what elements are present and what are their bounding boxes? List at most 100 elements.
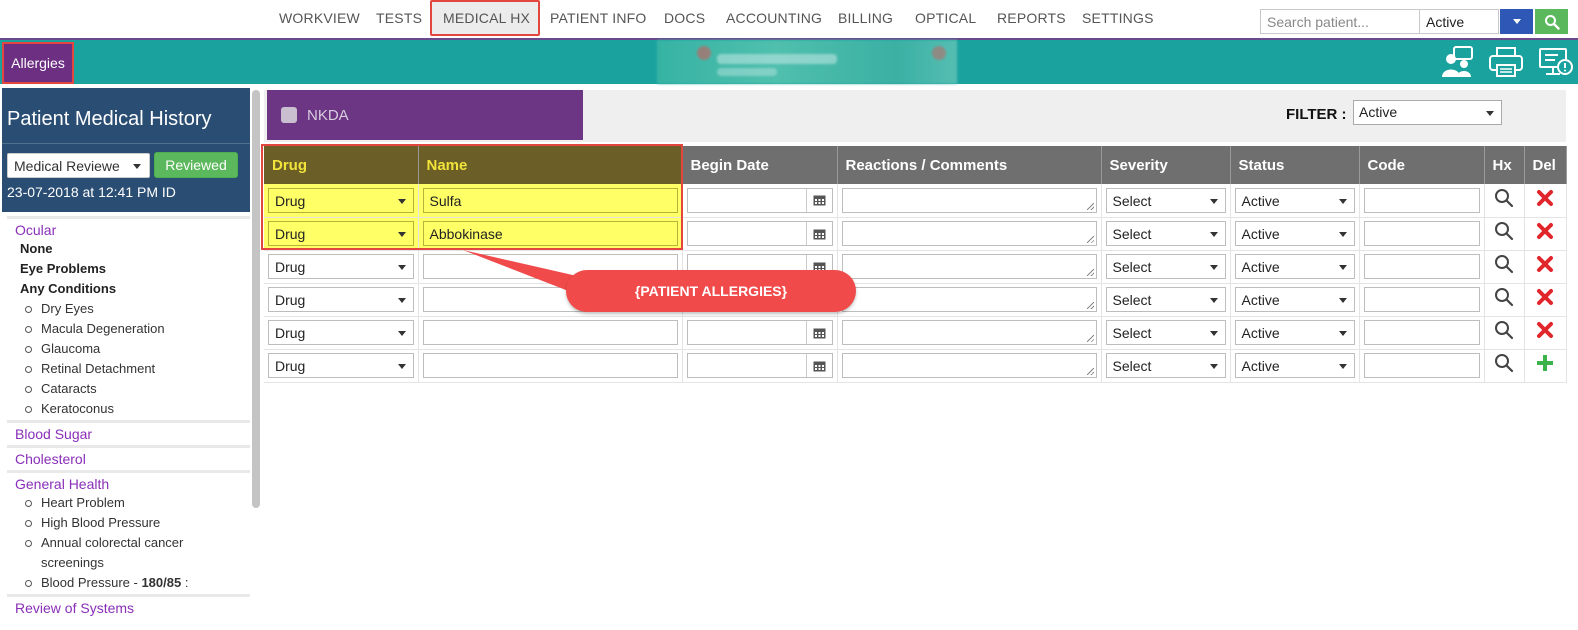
code-input[interactable] [1363, 353, 1480, 378]
drug-type-cell: Drug [264, 184, 419, 218]
section-title-general-health[interactable]: General Health [7, 473, 250, 493]
tab-allergies[interactable]: Allergies [2, 42, 74, 84]
search-status-select[interactable]: Active [1419, 9, 1499, 34]
delete-icon[interactable] [1536, 189, 1554, 207]
nav-patient-info[interactable]: PATIENT INFO [550, 10, 647, 26]
nav-billing[interactable]: BILLING [838, 10, 893, 26]
status-select[interactable]: Active [1234, 287, 1355, 312]
search-icon[interactable] [1494, 254, 1514, 274]
severity-select[interactable]: Select [1105, 287, 1226, 312]
search-icon[interactable] [1494, 320, 1514, 340]
resize-handle-icon[interactable] [1086, 335, 1094, 342]
calendar-icon[interactable] [805, 321, 832, 344]
col-header-name: Name [418, 146, 683, 184]
nav-optical[interactable]: OPTICAL [915, 10, 976, 26]
reactions-textarea[interactable] [841, 353, 1097, 378]
nav-settings[interactable]: SETTINGS [1082, 10, 1154, 26]
severity-select[interactable]: Select [1105, 353, 1226, 378]
nav-workview[interactable]: WORKVIEW [279, 10, 360, 26]
calendar-icon[interactable] [805, 222, 832, 245]
calendar-icon[interactable] [805, 188, 832, 212]
resize-handle-icon[interactable] [1086, 202, 1094, 210]
delete-icon[interactable] [1536, 321, 1554, 339]
nkda-checkbox[interactable] [281, 107, 297, 123]
drug-type-select[interactable]: Drug [268, 221, 414, 246]
allergy-name-input[interactable] [422, 353, 678, 378]
severity-select[interactable]: Select [1105, 320, 1226, 345]
allergy-name-input[interactable]: Abbokinase [422, 221, 678, 246]
drug-type-cell: Drug [264, 316, 419, 350]
reactions-textarea[interactable] [841, 187, 1097, 213]
drug-type-select[interactable]: Drug [268, 187, 414, 213]
filter-select[interactable]: Active [1353, 100, 1502, 125]
delete-icon[interactable] [1536, 222, 1554, 240]
nav-medical-hx[interactable]: MEDICAL HX [443, 10, 530, 26]
status-select[interactable]: Active [1234, 221, 1355, 246]
delete-icon[interactable] [1536, 255, 1554, 273]
drug-type-select[interactable]: Drug [268, 254, 414, 279]
section-title-review-of-systems[interactable]: Review of Systems [7, 597, 250, 617]
search-icon[interactable] [1494, 353, 1514, 373]
code-input[interactable] [1363, 254, 1480, 279]
begin-date-input[interactable] [686, 320, 833, 345]
sidebar-scrollbar[interactable] [252, 90, 260, 508]
code-input[interactable] [1363, 221, 1480, 246]
status-value: Active [1241, 226, 1280, 242]
calendar-icon[interactable] [805, 354, 832, 377]
allergy-name-input[interactable] [422, 320, 678, 345]
nav-reports[interactable]: REPORTS [997, 10, 1066, 26]
reactions-textarea[interactable] [841, 287, 1097, 312]
status-select[interactable]: Active [1234, 320, 1355, 345]
chevron-down-icon [397, 198, 406, 204]
search-patient-input[interactable] [1260, 9, 1420, 34]
nav-docs[interactable]: DOCS [664, 10, 705, 26]
resize-handle-icon[interactable] [1086, 236, 1094, 243]
reactions-cell [837, 283, 1102, 317]
begin-date-input[interactable] [686, 221, 833, 246]
severity-select[interactable]: Select [1105, 187, 1226, 213]
drug-type-select[interactable]: Drug [268, 287, 414, 312]
severity-select[interactable]: Select [1105, 221, 1226, 246]
reviewer-select[interactable]: Medical Reviewe [7, 153, 150, 178]
drug-type-cell: Drug [264, 217, 419, 251]
code-input[interactable] [1363, 287, 1480, 312]
nav-accounting[interactable]: ACCOUNTING [726, 10, 822, 26]
status-select[interactable]: Active [1234, 254, 1355, 279]
users-chat-icon[interactable] [1440, 45, 1476, 79]
resize-handle-icon[interactable] [1086, 302, 1094, 309]
search-icon[interactable] [1494, 188, 1514, 208]
status-dropdown-button[interactable] [1500, 9, 1533, 34]
nkda-toggle[interactable]: NKDA [267, 90, 583, 140]
delete-icon[interactable] [1536, 288, 1554, 306]
drug-type-select[interactable]: Drug [268, 320, 414, 345]
reactions-textarea[interactable] [841, 221, 1097, 246]
search-button[interactable] [1535, 9, 1568, 34]
filter-bar: NKDA FILTER : Active [264, 90, 1566, 142]
resize-handle-icon[interactable] [1086, 368, 1094, 375]
section-title-cholesterol[interactable]: Cholesterol [7, 448, 250, 468]
section-title-blood-sugar[interactable]: Blood Sugar [7, 423, 250, 443]
status-value: Active [1241, 292, 1280, 308]
reactions-textarea[interactable] [841, 320, 1097, 345]
reactions-textarea[interactable] [841, 254, 1097, 279]
printer-icon[interactable] [1488, 45, 1524, 79]
code-input[interactable] [1363, 320, 1480, 345]
severity-select[interactable]: Select [1105, 254, 1226, 279]
begin-date-input[interactable] [686, 187, 833, 213]
begin-date-input[interactable] [686, 353, 833, 378]
reviewed-button[interactable]: Reviewed [154, 152, 238, 178]
nav-tests[interactable]: TESTS [376, 10, 422, 26]
code-input[interactable] [1363, 187, 1480, 213]
drug-type-select[interactable]: Drug [268, 353, 414, 378]
monitor-alert-icon[interactable] [1538, 45, 1574, 79]
status-select[interactable]: Active [1234, 187, 1355, 213]
allergy-name-input[interactable]: Sulfa [422, 187, 678, 213]
resize-handle-icon[interactable] [1086, 269, 1094, 276]
section-title-ocular[interactable]: Ocular [7, 219, 250, 239]
status-select[interactable]: Active [1234, 353, 1355, 378]
search-icon[interactable] [1494, 287, 1514, 307]
severity-value: Select [1112, 226, 1152, 242]
add-icon[interactable] [1536, 354, 1554, 372]
search-icon[interactable] [1494, 221, 1514, 241]
chevron-down-icon [1209, 232, 1218, 237]
